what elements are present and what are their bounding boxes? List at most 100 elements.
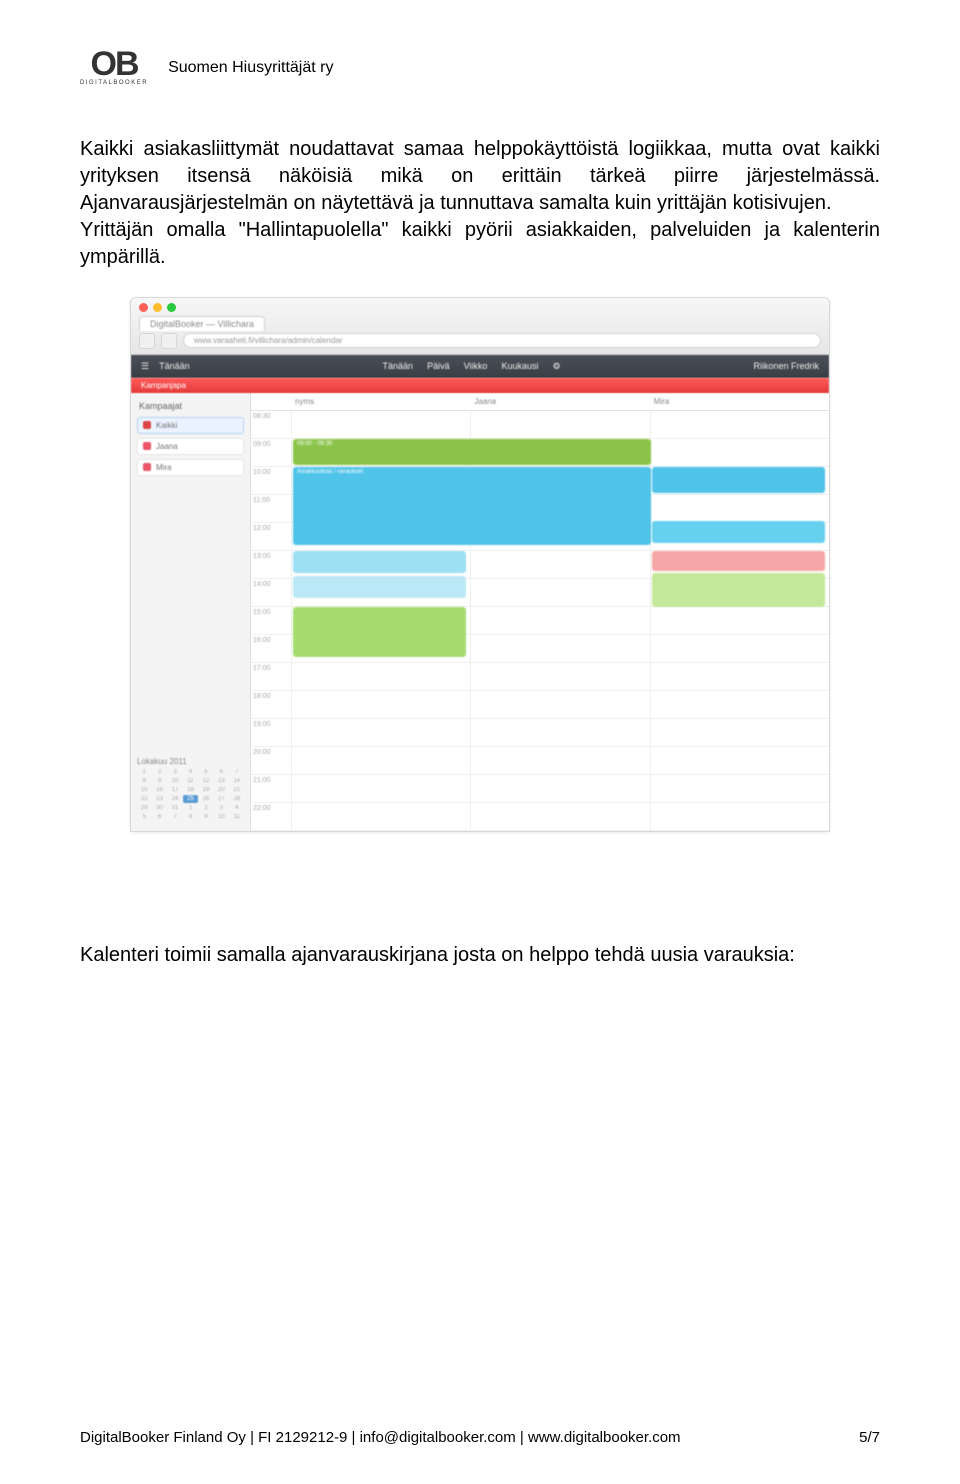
mini-cal-day[interactable]: 1 (137, 768, 151, 776)
calendar-cell[interactable] (470, 411, 649, 438)
calendar-cell[interactable] (650, 719, 829, 746)
mini-cal-day[interactable]: 16 (152, 786, 166, 794)
calendar-row[interactable]: 08:30 (251, 411, 829, 439)
mini-cal-day[interactable]: 28 (230, 795, 244, 803)
minimize-icon[interactable] (153, 303, 162, 312)
calendar-event[interactable]: 09:00 - 09:30 (293, 439, 651, 465)
mini-cal-day[interactable]: 10 (168, 777, 182, 785)
mini-cal-day[interactable]: 3 (168, 768, 182, 776)
calendar-row[interactable]: 22:00 (251, 803, 829, 831)
mini-cal-day[interactable]: 17 (168, 786, 182, 794)
view-month[interactable]: Kuukausi (501, 361, 538, 371)
mini-cal-day[interactable]: 21 (230, 786, 244, 794)
mini-cal-day[interactable]: 30 (152, 804, 166, 812)
calendar-event[interactable] (652, 573, 825, 607)
address-bar[interactable]: www.varaaheti.fi/villichara/admin/calend… (183, 333, 821, 348)
calendar-cell[interactable] (470, 579, 649, 606)
calendar-cell[interactable] (291, 411, 470, 438)
calendar-cell[interactable] (291, 775, 470, 802)
mini-cal-day[interactable]: 5 (199, 768, 213, 776)
mini-cal-day[interactable]: 15 (137, 786, 151, 794)
calendar-cell[interactable] (470, 551, 649, 578)
view-day[interactable]: Päivä (427, 361, 450, 371)
mini-cal-day[interactable]: 6 (152, 813, 166, 821)
mini-cal-day[interactable]: 8 (183, 813, 197, 821)
calendar-cell[interactable] (650, 635, 829, 662)
calendar-grid[interactable]: 09:00 - 09:30 Asiakkuuksia / varaukset 0… (251, 411, 829, 831)
calendar-row[interactable]: 21:00 (251, 775, 829, 803)
calendar-row[interactable]: 19:00 (251, 719, 829, 747)
mini-cal-day[interactable]: 27 (214, 795, 228, 803)
mini-cal-day[interactable]: 29 (137, 804, 151, 812)
mini-cal-day[interactable]: 13 (214, 777, 228, 785)
mini-cal-day[interactable]: 23 (152, 795, 166, 803)
mini-cal-day[interactable]: 1 (183, 804, 197, 812)
calendar-event[interactable]: Asiakkuuksia / varaukset (293, 467, 651, 545)
calendar-cell[interactable] (291, 747, 470, 774)
view-today[interactable]: Tänään (383, 361, 414, 371)
calendar-cell[interactable] (470, 691, 649, 718)
calendar-cell[interactable] (291, 803, 470, 830)
calendar-event[interactable] (293, 576, 466, 598)
sidebar-item-all[interactable]: Kaikki (137, 417, 244, 434)
mini-cal-day[interactable]: 19 (199, 786, 213, 794)
calendar-row[interactable]: 18:00 (251, 691, 829, 719)
calendar-cell[interactable] (470, 635, 649, 662)
mini-cal-day[interactable]: 5 (137, 813, 151, 821)
calendar-cell[interactable] (650, 747, 829, 774)
mini-cal-day[interactable]: 10 (214, 813, 228, 821)
calendar-cell[interactable] (650, 691, 829, 718)
back-button[interactable] (139, 333, 155, 349)
calendar-row[interactable]: 17:00 (251, 663, 829, 691)
mini-cal-day[interactable]: 4 (183, 768, 197, 776)
mini-cal-day[interactable]: 2 (199, 804, 213, 812)
close-icon[interactable] (139, 303, 148, 312)
calendar-cell[interactable] (291, 719, 470, 746)
mini-cal-day[interactable]: 24 (168, 795, 182, 803)
calendar-event[interactable] (293, 607, 466, 657)
calendar-cell[interactable] (650, 663, 829, 690)
forward-button[interactable] (161, 333, 177, 349)
mini-cal-day[interactable]: 11 (183, 777, 197, 785)
calendar-cell[interactable] (470, 747, 649, 774)
mini-cal-day[interactable]: 31 (168, 804, 182, 812)
calendar-cell[interactable] (650, 607, 829, 634)
view-week[interactable]: Viikko (464, 361, 488, 371)
calendar-cell[interactable] (650, 775, 829, 802)
sidebar-item-mira[interactable]: Mira (137, 459, 244, 476)
mini-cal-day[interactable]: 6 (214, 768, 228, 776)
calendar-cell[interactable] (650, 411, 829, 438)
calendar-event[interactable] (652, 551, 825, 571)
mini-cal-day[interactable]: 12 (199, 777, 213, 785)
mini-cal-day[interactable]: 25 (183, 795, 197, 803)
calendar-cell[interactable] (650, 495, 829, 522)
mini-cal-day[interactable]: 3 (214, 804, 228, 812)
calendar-event[interactable] (652, 521, 825, 543)
calendar-row[interactable]: 20:00 (251, 747, 829, 775)
mini-cal-day[interactable]: 20 (214, 786, 228, 794)
mini-cal-day[interactable]: 2 (152, 768, 166, 776)
mini-cal-day[interactable]: 8 (137, 777, 151, 785)
sidebar-item-jaana[interactable]: Jaana (137, 438, 244, 455)
calendar-cell[interactable] (470, 803, 649, 830)
mini-cal-day[interactable]: 18 (183, 786, 197, 794)
calendar-cell[interactable] (291, 691, 470, 718)
mini-cal-day[interactable]: 4 (230, 804, 244, 812)
mini-calendar[interactable]: Lokakuu 2011 123456789101112131415161718… (137, 741, 244, 821)
gear-icon[interactable]: ⚙ (552, 361, 560, 372)
calendar-cell[interactable] (650, 803, 829, 830)
mini-cal-day[interactable]: 11 (230, 813, 244, 821)
user-name[interactable]: Riikonen Fredrik (753, 361, 819, 371)
calendar-event[interactable] (652, 467, 825, 493)
calendar-event[interactable] (293, 551, 466, 573)
calendar-cell[interactable] (650, 439, 829, 466)
mini-cal-day[interactable]: 14 (230, 777, 244, 785)
mini-cal-day[interactable]: 22 (137, 795, 151, 803)
maximize-icon[interactable] (167, 303, 176, 312)
mini-cal-day[interactable]: 9 (199, 813, 213, 821)
menu-icon[interactable]: ☰ (141, 361, 149, 372)
calendar-cell[interactable] (470, 719, 649, 746)
calendar-cell[interactable] (291, 663, 470, 690)
mini-cal-day[interactable]: 7 (230, 768, 244, 776)
calendar-cell[interactable] (470, 607, 649, 634)
